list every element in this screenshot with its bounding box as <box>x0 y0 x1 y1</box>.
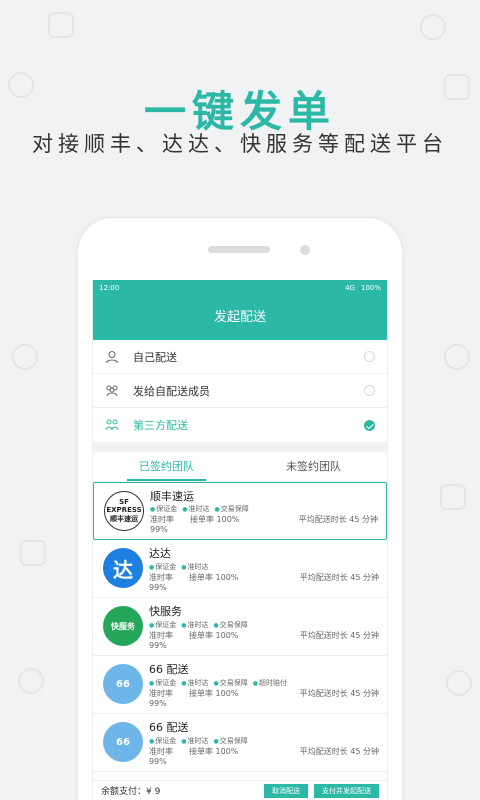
provider-card[interactable]: 66 66 配送 保证金 准时达 交易保障 超时赔付 准时率 99% 接单率 1… <box>93 656 387 714</box>
background-icon <box>446 670 472 696</box>
logo-text: 66 <box>116 678 130 690</box>
provider-list: SF EXPRESS 顺丰速运 顺丰速运 保证金 准时达 交易保障 准时率 99… <box>93 482 387 772</box>
status-bar: 12:00 4G 100% <box>93 280 387 296</box>
background-icon <box>20 540 46 566</box>
tab-unsigned-teams[interactable]: 未签约团队 <box>240 452 387 481</box>
tag-deposit: 保证金 <box>149 736 176 746</box>
provider-card[interactable]: 66 66 配送 保证金 准时达 交易保障 准时率 99% 接单率 100% 平… <box>93 714 387 772</box>
user-icon <box>105 350 119 364</box>
accept-rate: 接单率 100% <box>189 747 239 756</box>
provider-name: 66 配送 <box>149 663 189 676</box>
promo-subline: 对接顺丰、达达、快服务等配送平台 <box>32 132 448 156</box>
ontime-rate: 准时率 99% <box>149 747 173 766</box>
tag-deposit: 保证金 <box>149 620 176 630</box>
radio-button[interactable] <box>364 351 375 362</box>
status-time: 12:00 <box>99 284 120 292</box>
avg-delivery-time: 平均配送时长 45 分钟 <box>299 747 379 756</box>
provider-name: 66 配送 <box>149 721 189 734</box>
66-delivery-logo: 66 <box>103 664 143 704</box>
provider-card[interactable]: 达 达达 保证金 准时达 准时率 99% 接单率 100% 平均配送时长 45 … <box>93 540 387 598</box>
option-label: 自己配送 <box>133 350 177 364</box>
background-icon <box>12 344 38 370</box>
ontime-rate: 准时率 99% <box>149 573 173 592</box>
pay-and-dispatch-button[interactable]: 支付并发起配送 <box>314 783 379 798</box>
dada-logo: 达 <box>103 548 143 588</box>
delivery-options: 自己配送 发给自配送成员 第三方配送 <box>93 340 387 442</box>
tag-deposit: 保证金 <box>150 504 177 514</box>
tab-signed-teams[interactable]: 已签约团队 <box>93 452 240 481</box>
avg-delivery-time: 平均配送时长 45 分钟 <box>299 631 379 640</box>
option-label: 发给自配送成员 <box>133 384 210 398</box>
tag-guarantee: 交易保障 <box>214 736 248 746</box>
logo-text: SF EXPRESS 顺丰速运 <box>106 498 142 523</box>
background-icon <box>440 484 466 510</box>
avg-delivery-time: 平均配送时长 45 分钟 <box>299 573 379 582</box>
option-label: 第三方配送 <box>133 419 188 432</box>
section-divider <box>93 442 387 452</box>
provider-name: 顺丰速运 <box>150 490 194 503</box>
ontime-rate: 准时率 99% <box>150 515 174 534</box>
background-icon <box>18 668 44 694</box>
logo-text: 66 <box>116 736 130 748</box>
tag-ontime: 准时达 <box>181 620 209 630</box>
option-team-delivery[interactable]: 发给自配送成员 <box>93 374 387 408</box>
battery-indicator: 100% <box>360 284 381 292</box>
tag-deposit: 保证金 <box>149 562 176 572</box>
ontime-rate: 准时率 99% <box>149 631 173 650</box>
partner-icon <box>105 418 119 432</box>
phone-camera <box>300 245 310 255</box>
tag-deposit: 保证金 <box>149 678 176 688</box>
app-header: 12:00 4G 100% 发起配送 <box>93 280 387 340</box>
option-self-delivery[interactable]: 自己配送 <box>93 340 387 374</box>
provider-card[interactable]: 快服务 快服务 保证金 准时达 交易保障 准时率 99% 接单率 100% 平均… <box>93 598 387 656</box>
tag-ontime: 准时达 <box>181 562 209 572</box>
phone-speaker <box>208 246 270 253</box>
accept-rate: 接单率 100% <box>189 573 239 582</box>
tag-guarantee: 交易保障 <box>214 620 248 630</box>
accept-rate: 接单率 100% <box>189 631 239 640</box>
provider-name: 快服务 <box>149 605 182 618</box>
tag-guarantee: 交易保障 <box>214 678 248 688</box>
kuaifuwu-logo: 快服务 <box>103 606 143 646</box>
accept-rate: 接单率 100% <box>189 689 239 698</box>
background-icon <box>444 344 470 370</box>
payment-footer: 余额支付：¥ 9 取消配送 支付并发起配送 <box>93 780 387 800</box>
avg-delivery-time: 平均配送时长 45 分钟 <box>299 689 379 698</box>
app-screen: 12:00 4G 100% 发起配送 自己配送 发给自配送成员 第三方配送 已签… <box>92 280 388 800</box>
accept-rate: 接单率 100% <box>190 515 240 524</box>
tag-ontime: 准时达 <box>181 736 209 746</box>
tag-timeout-compensation: 超时赔付 <box>253 678 287 688</box>
background-icon <box>420 14 446 40</box>
tag-ontime: 准时达 <box>181 678 209 688</box>
background-icon <box>48 12 74 38</box>
team-icon <box>105 384 119 398</box>
provider-card[interactable]: SF EXPRESS 顺丰速运 顺丰速运 保证金 准时达 交易保障 准时率 99… <box>93 482 387 540</box>
avg-delivery-time: 平均配送时长 45 分钟 <box>298 515 378 524</box>
logo-text: 达 <box>113 557 133 582</box>
66-delivery-logo: 66 <box>103 722 143 762</box>
cancel-delivery-button[interactable]: 取消配送 <box>264 783 308 798</box>
tag-ontime: 准时达 <box>182 504 210 514</box>
radio-button-selected[interactable] <box>364 419 375 431</box>
option-third-party[interactable]: 第三方配送 <box>93 408 387 442</box>
sf-express-logo: SF EXPRESS 顺丰速运 <box>104 491 144 531</box>
provider-name: 达达 <box>149 547 171 560</box>
tag-guarantee: 交易保障 <box>215 504 249 514</box>
balance-payment: 余额支付：¥ 9 <box>101 787 161 797</box>
team-tabs: 已签约团队 未签约团队 <box>93 452 387 482</box>
logo-text: 快服务 <box>111 621 135 631</box>
network-indicator: 4G <box>345 284 355 292</box>
ontime-rate: 准时率 99% <box>149 689 173 708</box>
page-title: 发起配送 <box>213 310 266 325</box>
radio-button[interactable] <box>364 385 375 396</box>
